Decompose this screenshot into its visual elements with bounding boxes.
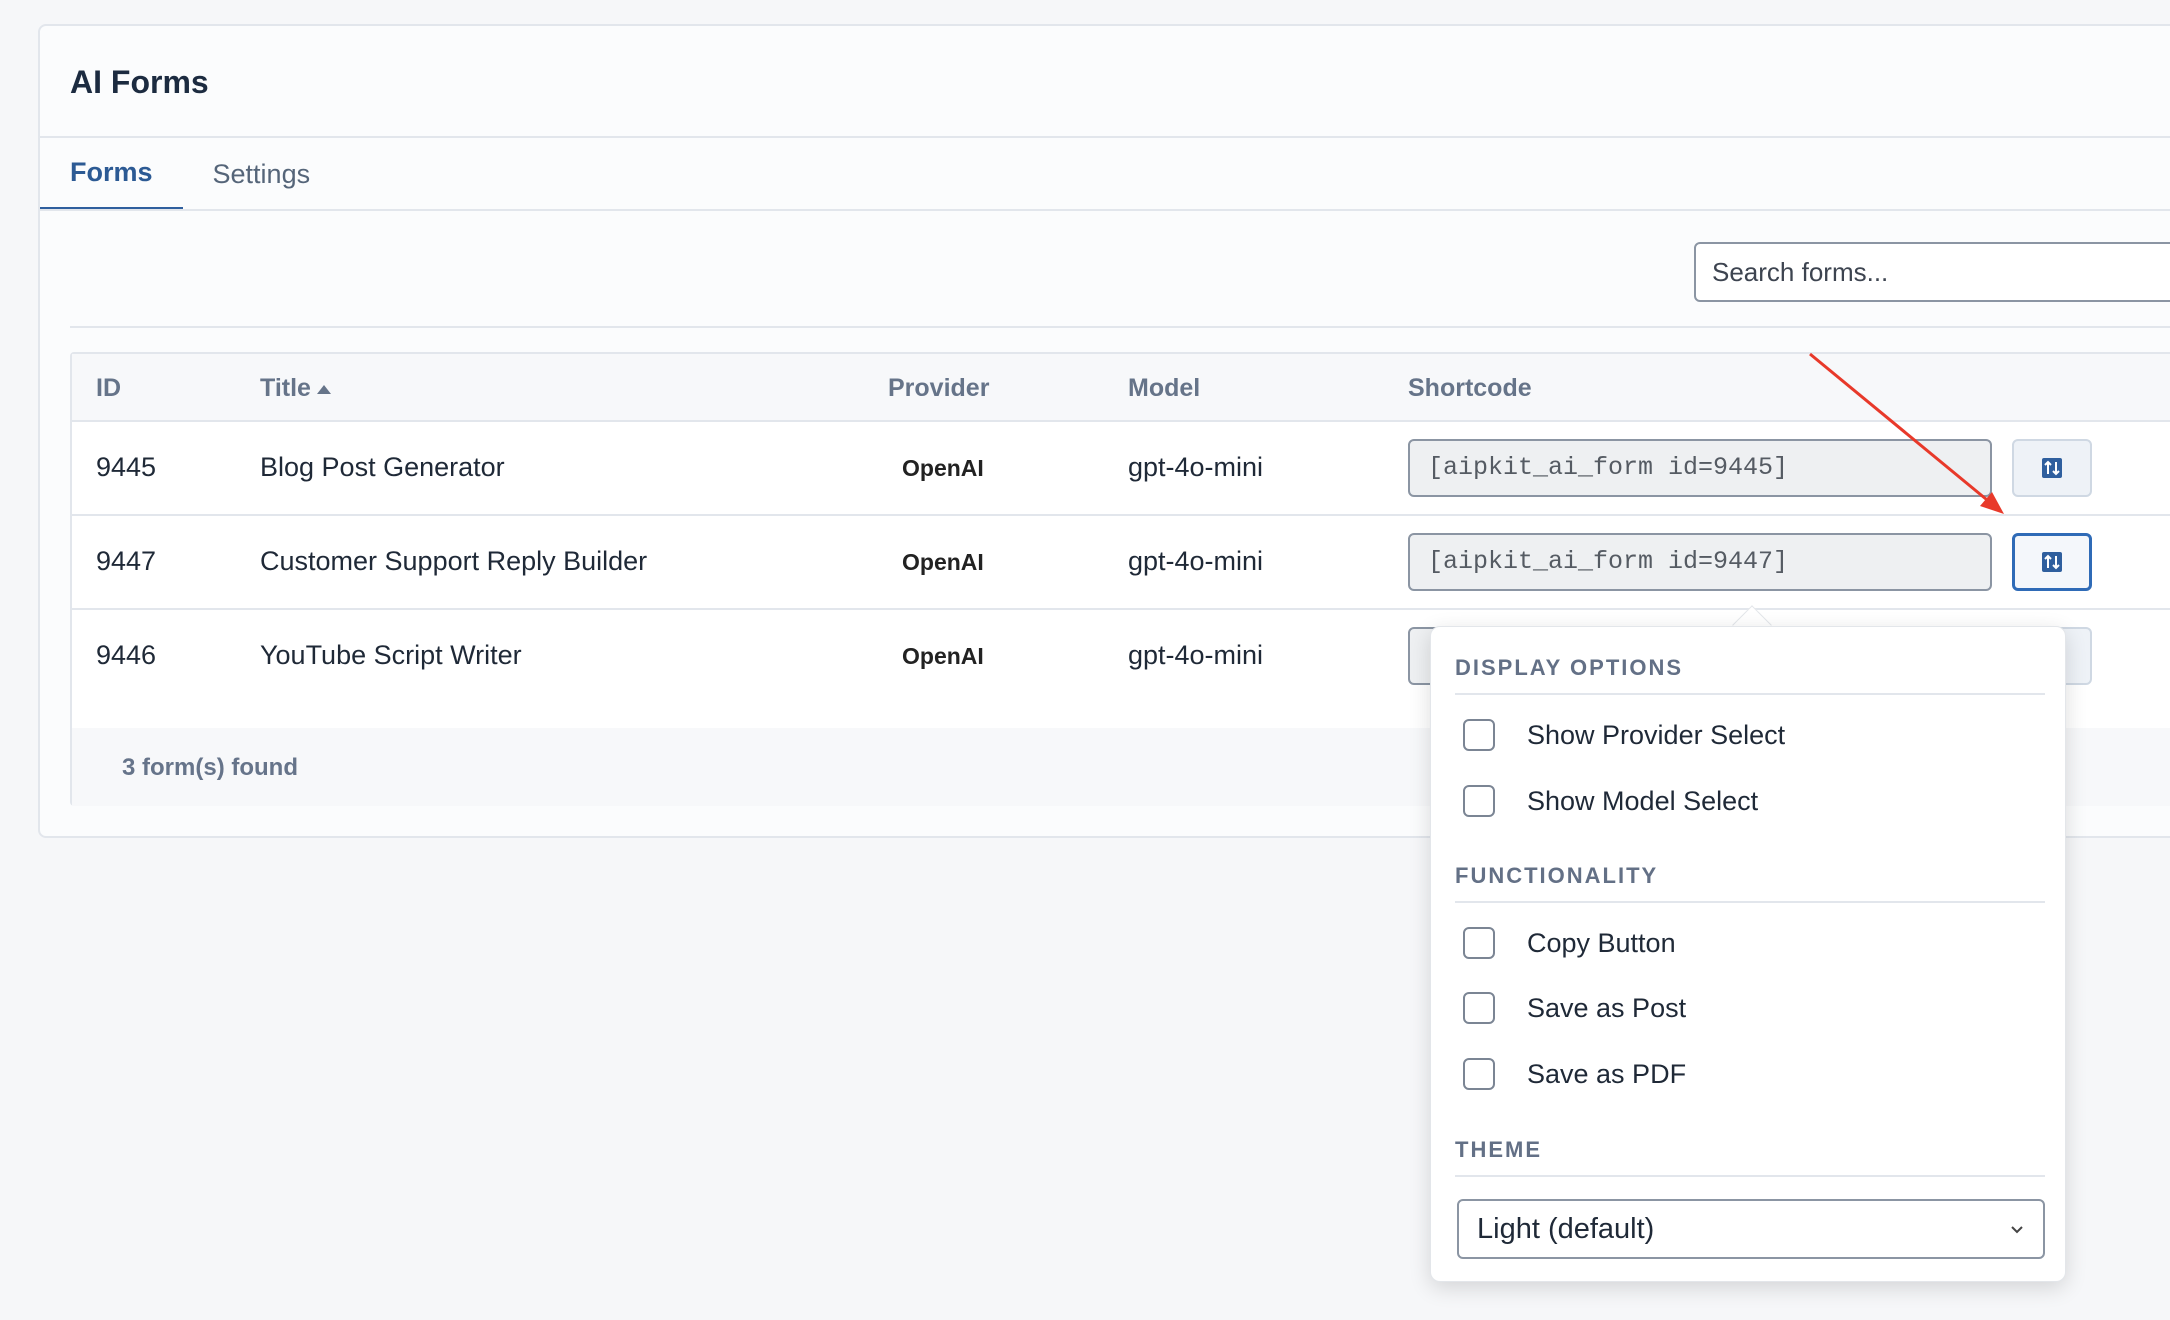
row-model: gpt-4o-mini — [1128, 546, 1264, 576]
shortcode-field[interactable]: [aipkit_ai_form id=9447] — [1408, 533, 1992, 591]
option-label: Show Provider Select — [1527, 719, 1786, 750]
option-copy-button[interactable]: Copy Button — [1463, 927, 1676, 959]
column-header-shortcode[interactable]: Shortcode — [1408, 374, 1532, 403]
option-save-as-pdf[interactable]: Save as PDF — [1463, 1058, 1686, 1090]
row-model: gpt-4o-mini — [1128, 452, 1264, 482]
option-label: Save as Post — [1527, 992, 1687, 1023]
sort-options-icon — [2042, 458, 2062, 478]
row-id: 9447 — [96, 546, 157, 576]
tab-forms[interactable]: Forms — [40, 138, 183, 211]
toolbar-divider — [70, 326, 2170, 328]
row-id: 9446 — [96, 640, 157, 670]
sort-options-icon — [2042, 552, 2062, 572]
option-show-provider-select[interactable]: Show Provider Select — [1463, 719, 1785, 751]
row-provider: OpenAI — [902, 549, 984, 575]
functionality-heading: FUNCTIONALITY — [1455, 863, 1659, 888]
page-title: AI Forms — [70, 64, 209, 100]
option-label: Save as PDF — [1527, 1058, 1687, 1089]
option-show-model-select[interactable]: Show Model Select — [1463, 785, 1758, 817]
shortcode-options-button[interactable] — [2012, 533, 2092, 591]
shortcode-field[interactable]: [aipkit_ai_form id=9445] — [1408, 439, 1992, 497]
table-header: ID Title Provider Model Shortcode — [72, 354, 2170, 422]
tab-bar: Forms Settings — [40, 138, 340, 211]
shortcode-options-popover: DISPLAY OPTIONS Show Provider Select Sho… — [1430, 626, 2066, 1282]
table-row: 9447 Customer Support Reply Builder Open… — [72, 516, 2170, 610]
option-save-as-post[interactable]: Save as Post — [1463, 992, 1686, 1024]
theme-heading: THEME — [1455, 1137, 1542, 1162]
shortcode-options-button[interactable] — [2012, 439, 2092, 497]
checkbox[interactable] — [1463, 992, 1495, 1024]
checkbox[interactable] — [1463, 785, 1495, 817]
section-divider — [1455, 901, 2045, 903]
checkbox[interactable] — [1463, 719, 1495, 751]
row-title[interactable]: Customer Support Reply Builder — [260, 546, 647, 577]
column-header-provider[interactable]: Provider — [888, 374, 989, 403]
option-label: Show Model Select — [1527, 785, 1759, 816]
search-input[interactable] — [1694, 242, 2170, 302]
chevron-down-icon — [2011, 1226, 2023, 1234]
column-header-model[interactable]: Model — [1128, 374, 1200, 403]
row-provider: OpenAI — [902, 455, 984, 481]
theme-select[interactable]: Light (default) — [1457, 1199, 2045, 1259]
section-divider — [1455, 1175, 2045, 1177]
row-model: gpt-4o-mini — [1128, 640, 1264, 670]
checkbox[interactable] — [1463, 1058, 1495, 1090]
row-id: 9445 — [96, 452, 157, 482]
row-provider: OpenAI — [902, 643, 984, 669]
sort-ascending-icon — [316, 384, 331, 394]
results-count: 3 form(s) found — [122, 754, 298, 781]
column-header-title[interactable]: Title — [260, 374, 331, 403]
column-header-id[interactable]: ID — [96, 374, 121, 403]
checkbox[interactable] — [1463, 927, 1495, 959]
row-title[interactable]: YouTube Script Writer — [260, 640, 522, 671]
row-title[interactable]: Blog Post Generator — [260, 452, 505, 483]
theme-select-value: Light (default) — [1477, 1212, 1655, 1245]
title-divider — [40, 136, 2170, 138]
display-options-heading: DISPLAY OPTIONS — [1455, 655, 1684, 680]
tabs-divider — [40, 209, 2170, 211]
option-label: Copy Button — [1527, 927, 1676, 958]
tab-settings[interactable]: Settings — [183, 138, 341, 211]
section-divider — [1455, 693, 2045, 695]
column-header-title-label: Title — [260, 374, 311, 402]
table-row: 9445 Blog Post Generator OpenAI gpt-4o-m… — [72, 422, 2170, 516]
